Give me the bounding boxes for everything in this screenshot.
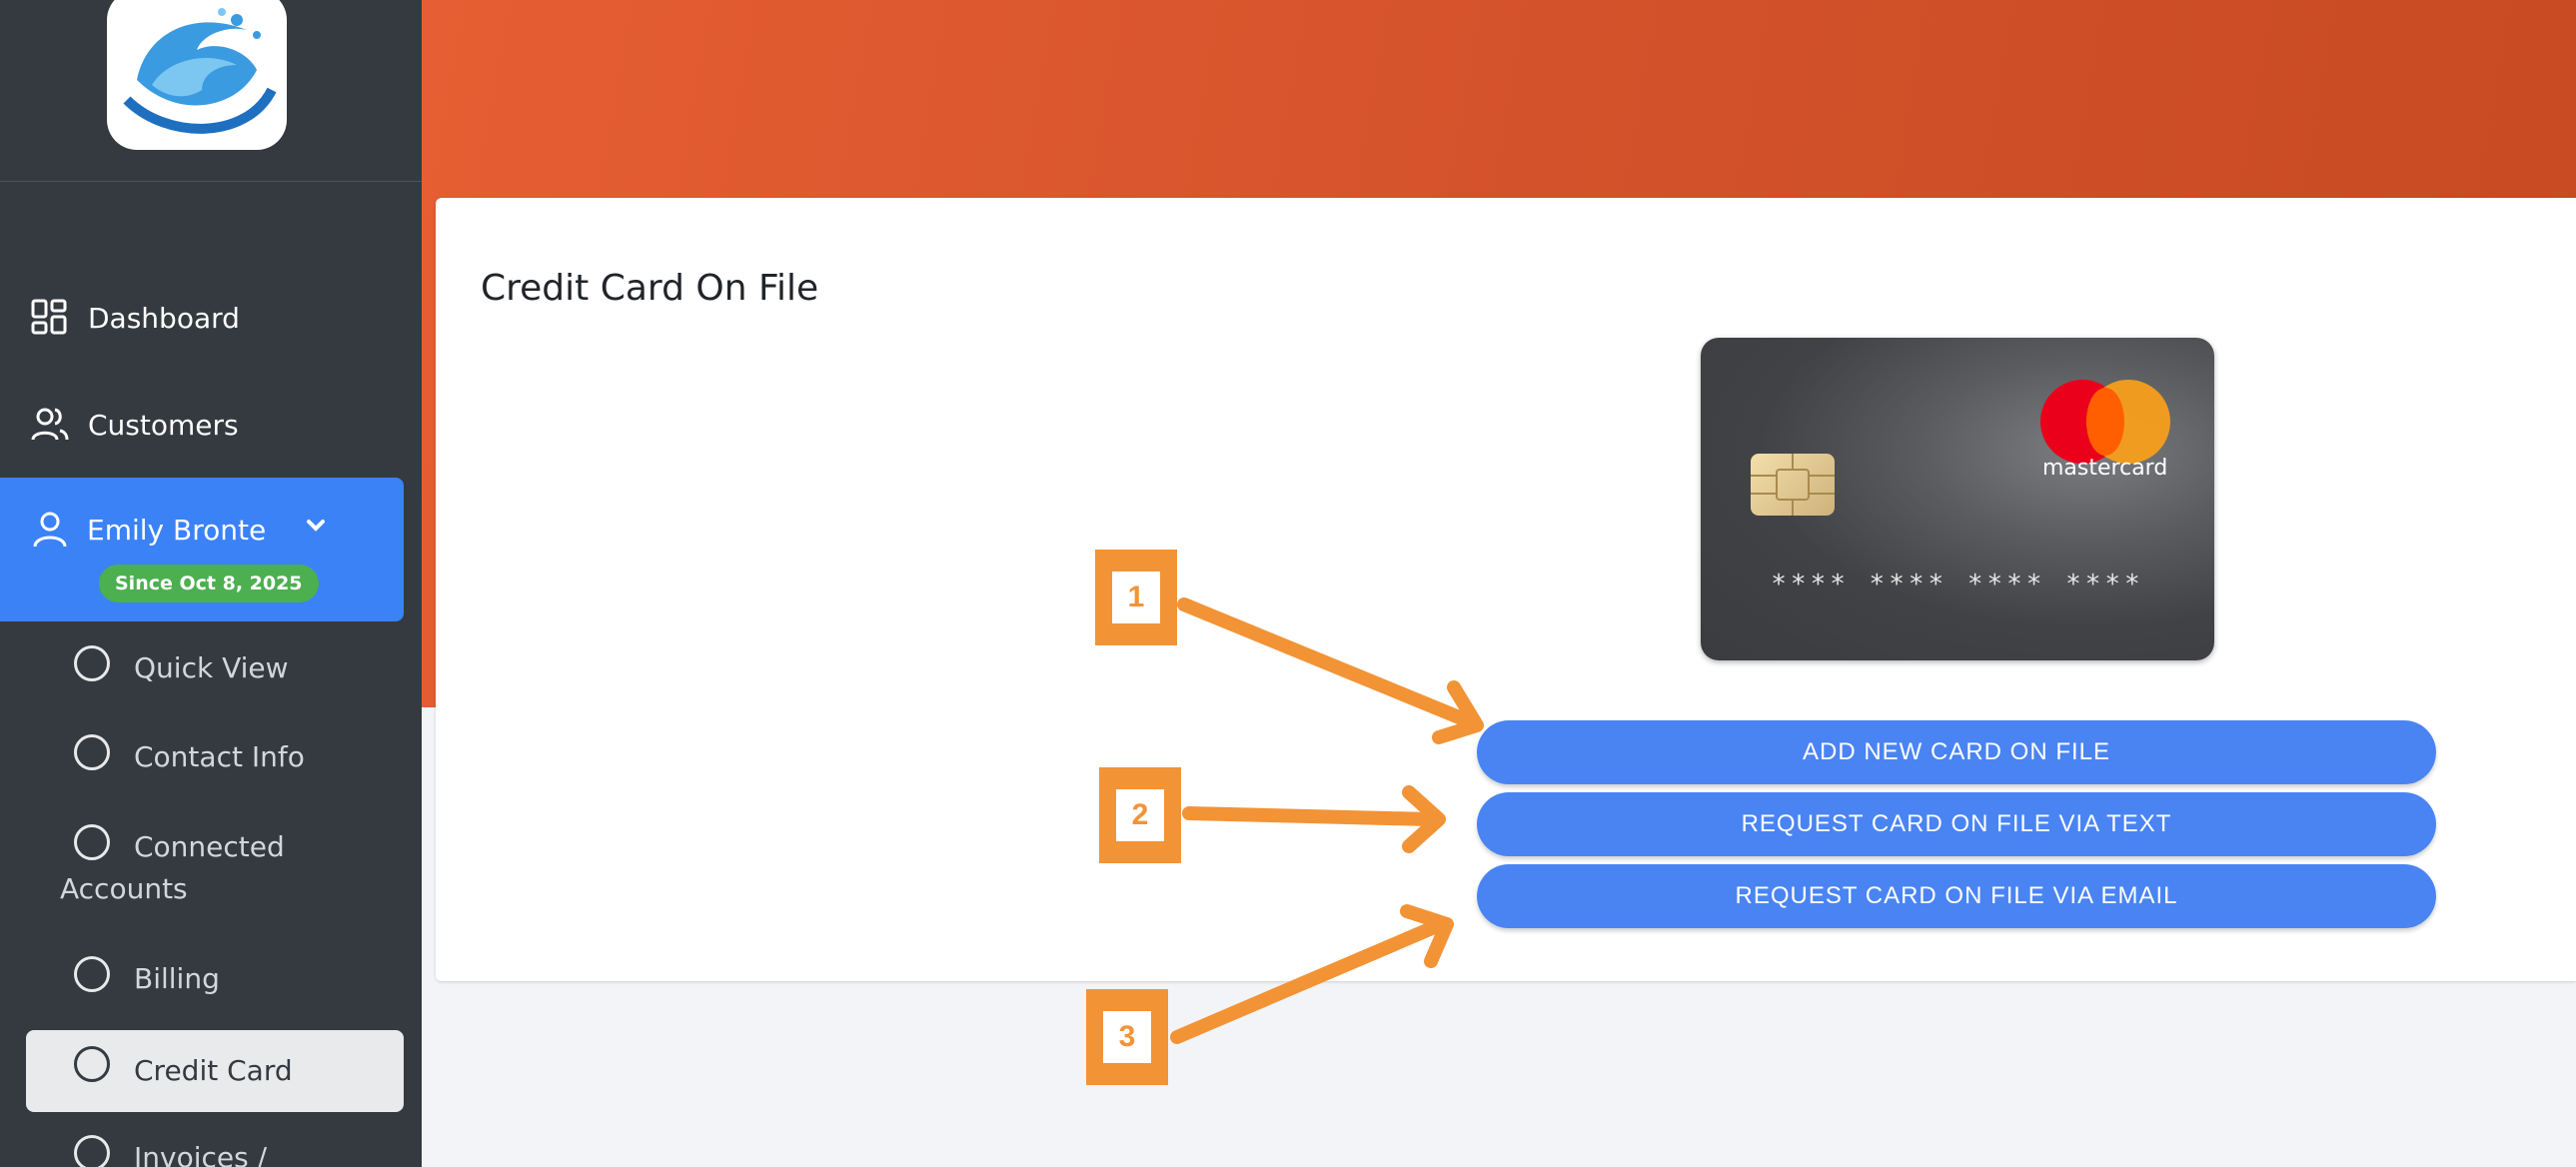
users-icon <box>30 405 70 445</box>
dashboard-icon <box>30 298 70 338</box>
company-logo[interactable] <box>107 0 287 150</box>
chevron-down-icon[interactable] <box>302 512 330 540</box>
sidebar-subitem-invoices[interactable]: Invoices / <box>26 1135 404 1167</box>
request-card-via-text-button[interactable]: REQUEST CARD ON FILE VIA TEXT <box>1477 792 2436 856</box>
logo-graphic <box>123 8 277 134</box>
sidebar: Dashboard Customers Emily Bronte Since O… <box>0 0 422 1167</box>
circle-icon <box>74 645 110 681</box>
annotation-marker-2: 2 <box>1099 767 1181 863</box>
card-chip-icon <box>1751 454 1835 516</box>
request-card-via-email-button[interactable]: REQUEST CARD ON FILE VIA EMAIL <box>1477 864 2436 928</box>
circle-icon <box>74 824 110 860</box>
sidebar-divider <box>0 181 422 182</box>
sidebar-item-label: Customers <box>88 408 239 442</box>
card-number: **** **** **** **** <box>1771 570 2144 599</box>
add-new-card-button[interactable]: ADD NEW CARD ON FILE <box>1477 720 2436 784</box>
sidebar-subitem-contact-info[interactable]: Contact Info <box>26 734 404 784</box>
circle-icon <box>74 956 110 992</box>
customer-name: Emily Bronte <box>87 514 267 547</box>
sidebar-item-dashboard[interactable]: Dashboard <box>0 278 422 358</box>
sidebar-subitem-label: Contact Info <box>134 740 305 773</box>
circle-icon <box>74 734 110 770</box>
sidebar-subitem-label: Quick View <box>134 651 289 684</box>
card-brand-label: mastercard <box>2042 456 2168 481</box>
sidebar-subitem-connected-accounts[interactable]: Connected Accounts <box>26 824 404 918</box>
customer-since-badge: Since Oct 8, 2025 <box>99 565 319 602</box>
mastercard-logo-icon <box>2040 380 2170 464</box>
credit-card-panel: Credit Card On File mastercard **** ****… <box>436 198 2576 981</box>
annotation-number: 3 <box>1103 1011 1151 1063</box>
sidebar-subitem-label-line2: Accounts <box>60 872 188 905</box>
user-icon <box>30 510 70 550</box>
annotation-number: 1 <box>1112 572 1160 623</box>
annotation-marker-1: 1 <box>1095 550 1177 645</box>
sidebar-item-label: Dashboard <box>88 301 240 335</box>
sidebar-subitem-credit-card[interactable]: Credit Card <box>26 1030 404 1112</box>
sidebar-item-customers[interactable]: Customers <box>0 385 422 465</box>
page-title: Credit Card On File <box>481 268 819 309</box>
circle-icon <box>74 1046 110 1082</box>
circle-icon <box>74 1135 110 1167</box>
sidebar-subitem-label: Credit Card <box>134 1054 293 1087</box>
sidebar-subitem-label: Connected <box>134 830 285 863</box>
annotation-number: 2 <box>1116 789 1164 841</box>
credit-card-image: mastercard **** **** **** **** <box>1701 338 2214 660</box>
annotation-marker-3: 3 <box>1086 989 1168 1085</box>
sidebar-subitem-quick-view[interactable]: Quick View <box>26 645 404 695</box>
sidebar-subitem-label: Billing <box>134 962 220 995</box>
sidebar-subitem-billing[interactable]: Billing <box>26 956 404 1006</box>
sidebar-subitem-label: Invoices / <box>134 1141 268 1167</box>
sidebar-item-active-customer[interactable]: Emily Bronte Since Oct 8, 2025 <box>0 478 404 621</box>
